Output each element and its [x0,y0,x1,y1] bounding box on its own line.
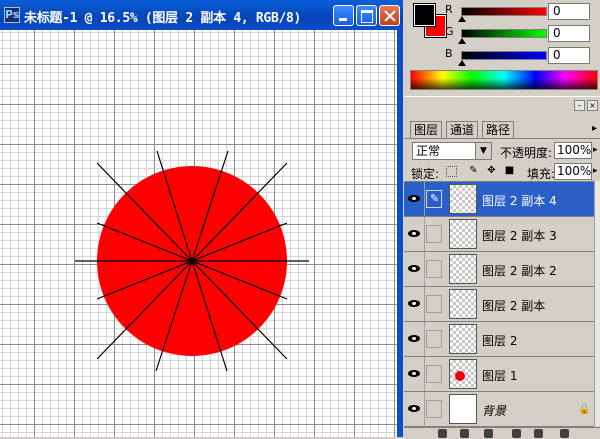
panel-minimize-icon[interactable]: – [574,100,585,111]
layer-thumbnail [449,254,477,284]
document-window: Ps 未标题-1 @ 16.5% (图层 2 副本 4, RGB/8) [0,0,403,437]
layer-name: 图层 2 [482,334,518,348]
red-channel-slider[interactable] [461,7,547,16]
chevron-down-icon[interactable]: ▼ [475,143,491,159]
layer-row[interactable]: 背景 🔒 [404,392,594,427]
layer-row[interactable]: 图层 1 [404,357,594,392]
layer-thumbnail [449,394,477,424]
tab-layers[interactable]: 图层 [410,121,443,138]
lock-icon: 🔒 [578,404,591,415]
layer-link-cell[interactable]: ✎ [426,190,442,208]
layer-list: ✎ 图层 2 副本 4 图层 2 副本 3 图层 2 副本 2 图层 2 副本 图层 2 图… [404,181,594,427]
green-slider-thumb[interactable] [458,38,466,44]
color-panel: R 0 G 0 B 0 [404,0,600,92]
document-canvas[interactable] [0,30,397,437]
visibility-toggle[interactable] [405,217,425,251]
tab-channels[interactable]: 通道 [446,121,479,138]
document-title: 未标题-1 @ 16.5% (图层 2 副本 4, RGB/8) [24,11,302,26]
foreground-color-swatch[interactable] [413,3,436,27]
opacity-arrow-icon[interactable]: ▸ [593,145,598,155]
blue-channel-input[interactable]: 0 [548,47,590,64]
layer-link-cell[interactable] [426,295,442,313]
eye-icon [408,405,420,412]
maximize-button[interactable] [356,5,377,26]
lock-all-icon[interactable]: ■ [504,166,515,177]
opacity-label: 不透明度: [500,146,553,160]
document-title-bar[interactable]: Ps 未标题-1 @ 16.5% (图层 2 副本 4, RGB/8) [0,0,403,30]
eye-icon [408,195,420,202]
layer-link-cell[interactable] [426,225,442,243]
window-border [397,30,403,437]
layer-row[interactable]: 图层 2 副本 2 [404,252,594,287]
tab-paths[interactable]: 路径 [482,121,515,138]
visibility-toggle[interactable] [405,287,425,321]
fill-input[interactable]: 100% [554,163,592,180]
green-channel-label: G [445,25,454,38]
visibility-toggle[interactable] [405,322,425,356]
blue-slider-thumb[interactable] [458,60,466,66]
blue-channel-label: B [445,47,453,60]
eye-icon [408,370,420,377]
eye-icon [408,265,420,272]
lock-paint-brush-icon[interactable]: ✎ [468,166,479,177]
layer-name: 图层 2 副本 [482,299,546,313]
layer-link-cell[interactable] [426,365,442,383]
layer-name: 图层 1 [482,369,518,383]
layer-thumbnail [449,324,477,354]
layer-thumbnail [449,359,477,389]
layer-name: 图层 2 副本 2 [482,264,557,278]
fill-arrow-icon[interactable]: ▸ [593,166,598,176]
layer-link-cell[interactable] [426,330,442,348]
layer-link-cell[interactable] [426,400,442,418]
layer-list-scrollbar[interactable] [594,181,600,426]
layer-link-cell[interactable] [426,260,442,278]
panel-menu-icon[interactable]: ▸ [592,123,597,134]
lock-transparency-icon[interactable] [446,166,457,177]
blend-mode-select[interactable]: 正常 ▼ [412,142,492,160]
panel-header[interactable]: – × [404,97,600,117]
layer-name: 图层 2 副本 3 [482,229,557,243]
visibility-toggle[interactable] [405,182,425,216]
thumbnail-red-dot [455,371,465,381]
green-channel-input[interactable]: 0 [548,25,590,42]
red-channel-label: R [445,3,453,16]
red-slider-thumb[interactable] [458,16,466,22]
layer-row[interactable]: 图层 2 [404,322,594,357]
layer-name: 图层 2 副本 4 [482,194,557,208]
lock-position-move-icon[interactable]: ✥ [486,166,497,177]
blend-mode-value: 正常 [416,144,441,158]
visibility-toggle[interactable] [405,357,425,391]
visibility-toggle[interactable] [405,392,425,426]
blue-channel-slider[interactable] [461,51,547,60]
visibility-toggle[interactable] [405,252,425,286]
layer-thumbnail [449,289,477,319]
color-spectrum-ramp[interactable] [410,70,598,90]
opacity-input[interactable]: 100% [554,142,592,159]
photoshop-doc-icon: Ps [4,7,20,23]
layers-panel: – × 图层 通道 路径 ▸ 正常 ▼ 不透明度: 100% ▸ 锁定: ✎ ✥… [404,96,600,439]
eye-icon [408,230,420,237]
red-channel-input[interactable]: 0 [548,3,590,20]
layer-row[interactable]: 图层 2 副本 3 [404,217,594,252]
close-button[interactable] [379,5,400,26]
eye-icon [408,300,420,307]
layer-row[interactable]: ✎ 图层 2 副本 4 [404,182,594,217]
minimize-button[interactable] [333,5,354,26]
paintbrush-icon: ✎ [430,192,440,205]
panel-close-icon[interactable]: × [587,100,598,111]
tab-divider [404,138,600,139]
layer-name: 背景 [482,404,507,418]
layer-thumbnail [449,184,477,214]
panel-footer [404,427,600,439]
layer-thumbnail [449,219,477,249]
fill-label: 填充: [527,167,556,181]
lock-label: 锁定: [411,167,440,181]
green-channel-slider[interactable] [461,29,547,38]
canvas-artwork [75,150,309,372]
layer-row[interactable]: 图层 2 副本 [404,287,594,322]
eye-icon [408,335,420,342]
